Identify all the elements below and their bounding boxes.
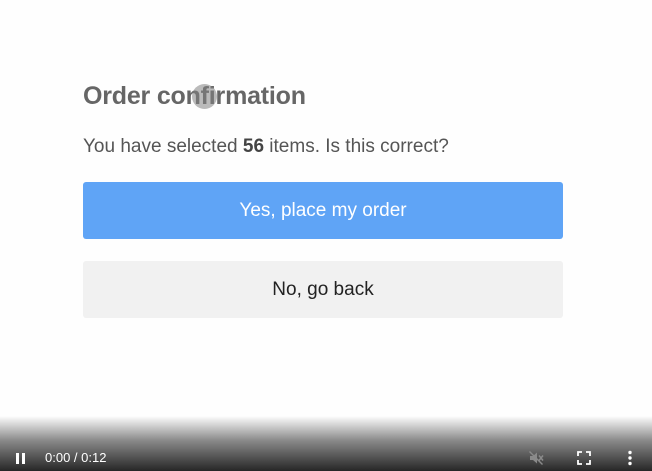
dialog-message: You have selected 56 items. Is this corr… (83, 134, 563, 160)
fullscreen-icon[interactable] (574, 448, 594, 468)
more-vertical-icon[interactable] (620, 448, 640, 468)
message-prefix: You have selected (83, 136, 243, 157)
time-display: 0:00 / 0:12 (45, 450, 107, 465)
muted-speaker-icon[interactable] (526, 448, 546, 468)
item-count: 56 (242, 136, 265, 157)
message-suffix: items. Is this correct? (264, 136, 449, 157)
pause-icon[interactable] (10, 448, 30, 468)
go-back-button[interactable]: No, go back (83, 261, 563, 318)
video-controls-bar: 0:00 / 0:12 (0, 416, 652, 471)
confirm-order-button[interactable]: Yes, place my order (83, 182, 563, 239)
order-confirmation-dialog: Order confirmation You have selected 56 … (83, 78, 563, 318)
video-frame: Order confirmation You have selected 56 … (0, 0, 652, 471)
dialog-title: Order confirmation (83, 82, 306, 110)
